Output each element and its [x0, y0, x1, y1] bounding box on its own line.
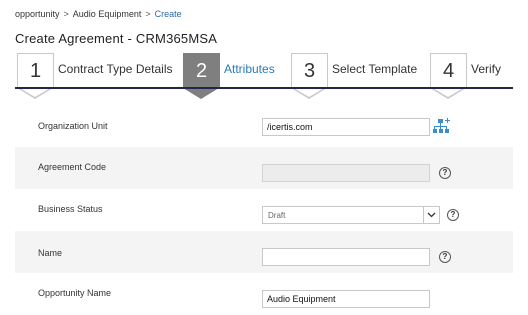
agreement-code-input [262, 164, 430, 182]
step-3-label[interactable]: Select Template [332, 62, 417, 76]
business-status-value: Draft [268, 211, 286, 220]
step-3-number[interactable]: 3 [291, 53, 328, 89]
agreement-code-help-icon[interactable]: ? [439, 167, 451, 179]
organization-unit-input[interactable] [262, 118, 430, 136]
form-row-organization-unit: Organization Unit [15, 105, 513, 147]
progress-line [15, 87, 513, 89]
step-1-number[interactable]: 1 [17, 53, 54, 89]
organization-unit-label: Organization Unit [38, 121, 108, 131]
name-input[interactable] [262, 248, 430, 266]
name-label: Name [38, 248, 63, 258]
breadcrumb-item-opportunity[interactable]: opportunity [15, 9, 60, 19]
opportunity-name-input[interactable] [262, 290, 430, 308]
breadcrumb-item-create: Create [154, 9, 182, 19]
business-status-help-icon[interactable]: ? [447, 209, 459, 221]
form-row-agreement-code: Agreement Code ? [15, 147, 513, 189]
page-title: Create Agreement - CRM365MSA [15, 31, 218, 46]
step-1-label[interactable]: Contract Type Details [58, 62, 173, 76]
opportunity-name-label: Opportunity Name [38, 288, 112, 298]
step-4-label[interactable]: Verify [471, 62, 501, 76]
breadcrumb-item-audio-equipment[interactable]: Audio Equipment [73, 9, 142, 19]
breadcrumb: opportunity > Audio Equipment > Create [15, 9, 182, 19]
attributes-form: Organization Unit Agreement Code ? Busin… [15, 99, 513, 315]
business-status-select[interactable]: Draft [262, 206, 440, 224]
org-hierarchy-icon[interactable] [433, 118, 451, 134]
step-4-number[interactable]: 4 [430, 53, 467, 89]
name-help-icon[interactable]: ? [439, 251, 451, 263]
form-row-name: Name ? [15, 231, 513, 273]
wizard-stepper: 1 Contract Type Details 2 Attributes 3 S… [15, 53, 513, 99]
step-2-pointer [183, 88, 219, 99]
step-2-label[interactable]: Attributes [224, 62, 275, 76]
chevron-down-icon[interactable] [423, 207, 439, 223]
form-row-opportunity-name: Opportunity Name [15, 273, 513, 315]
business-status-label: Business Status [38, 204, 103, 214]
agreement-code-label: Agreement Code [38, 162, 107, 172]
breadcrumb-separator: > [63, 9, 69, 19]
form-row-business-status: Business Status Draft ? [15, 189, 513, 231]
step-2-number[interactable]: 2 [183, 53, 220, 89]
breadcrumb-separator: > [145, 9, 151, 19]
